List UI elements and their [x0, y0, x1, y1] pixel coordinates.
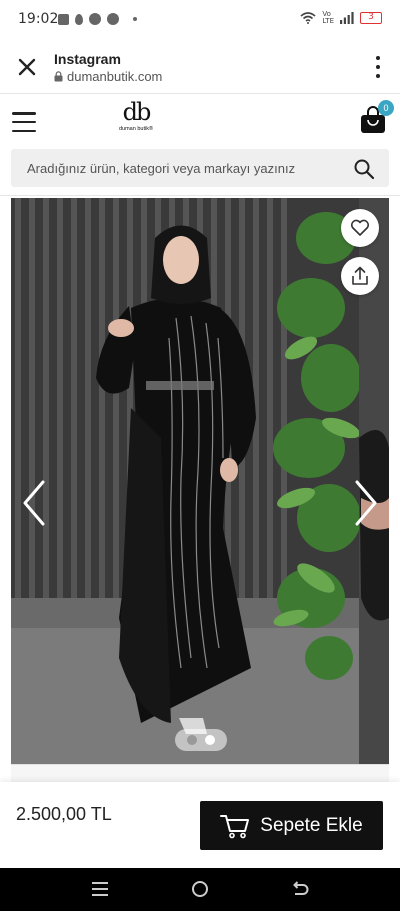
- app-notification-icon: [58, 13, 69, 25]
- gallery-dot[interactable]: [205, 735, 215, 745]
- recent-line: [92, 888, 108, 890]
- add-to-cart-label: Sepete Ekle: [260, 814, 363, 836]
- status-bar: 19:02 Vo LTE 3: [0, 0, 400, 40]
- menu-dot-icon: [376, 65, 380, 69]
- messenger-icon: [89, 13, 101, 25]
- search-bar: [11, 149, 389, 187]
- search-icon[interactable]: [353, 158, 375, 180]
- lock-icon: [54, 71, 63, 82]
- status-right: Vo LTE 3: [300, 11, 382, 25]
- header-divider: [0, 195, 400, 196]
- cart-button[interactable]: 0: [358, 100, 394, 135]
- logo-text: duman butik®: [118, 126, 153, 132]
- menu-line: [12, 120, 36, 124]
- menu-dot-icon: [376, 74, 380, 78]
- share-icon: [352, 266, 368, 285]
- recent-line: [92, 882, 108, 884]
- product-photo: [11, 198, 389, 764]
- previous-image-arrow-icon[interactable]: [19, 478, 49, 528]
- drop-icon: [75, 13, 83, 25]
- browser-url-text: dumanbutik.com: [67, 69, 163, 84]
- thumbnail-strip: [11, 764, 389, 784]
- volte-indicator: Vo LTE: [322, 10, 334, 25]
- share-button[interactable]: [341, 257, 379, 295]
- purchase-bar: 2.500,00 TL Sepete Ekle: [0, 782, 400, 868]
- hamburger-menu-button[interactable]: [12, 112, 36, 132]
- favorite-button[interactable]: [341, 209, 379, 247]
- chat-icon: [107, 13, 119, 25]
- wifi-icon: [300, 12, 316, 24]
- next-image-arrow-icon[interactable]: [351, 478, 381, 528]
- home-icon[interactable]: [192, 881, 208, 897]
- recent-apps-icon[interactable]: [92, 882, 108, 896]
- logo-mark: db: [122, 98, 152, 126]
- site-logo[interactable]: db duman butik®: [112, 99, 160, 141]
- gallery-pagination: [175, 729, 227, 751]
- status-time: 19:02: [18, 11, 59, 27]
- notification-icons: [58, 12, 137, 26]
- gallery-dot[interactable]: [187, 735, 197, 745]
- back-icon[interactable]: [291, 880, 309, 898]
- battery-icon: 3: [360, 12, 382, 24]
- product-price: 2.500,00 TL: [16, 804, 112, 824]
- search-input[interactable]: [11, 149, 341, 187]
- product-image-gallery[interactable]: [11, 198, 389, 764]
- close-icon[interactable]: [14, 54, 40, 80]
- cart-count-badge: 0: [378, 100, 394, 116]
- system-navigation-bar: [0, 868, 400, 911]
- cart-icon: [220, 814, 250, 838]
- heart-icon: [350, 219, 370, 236]
- browser-menu-button[interactable]: [374, 56, 382, 78]
- browser-url: dumanbutik.com: [54, 69, 162, 84]
- browser-title: Instagram: [54, 51, 121, 67]
- site-header: db duman butik® 0: [0, 95, 400, 147]
- add-to-cart-button[interactable]: Sepete Ekle: [200, 801, 383, 850]
- recent-line: [92, 894, 108, 896]
- menu-line: [12, 129, 36, 132]
- more-notifications-icon: [133, 17, 137, 21]
- menu-line: [12, 112, 36, 115]
- menu-dot-icon: [376, 56, 380, 60]
- browser-header: Instagram dumanbutik.com: [0, 40, 400, 94]
- signal-icon: [340, 12, 354, 24]
